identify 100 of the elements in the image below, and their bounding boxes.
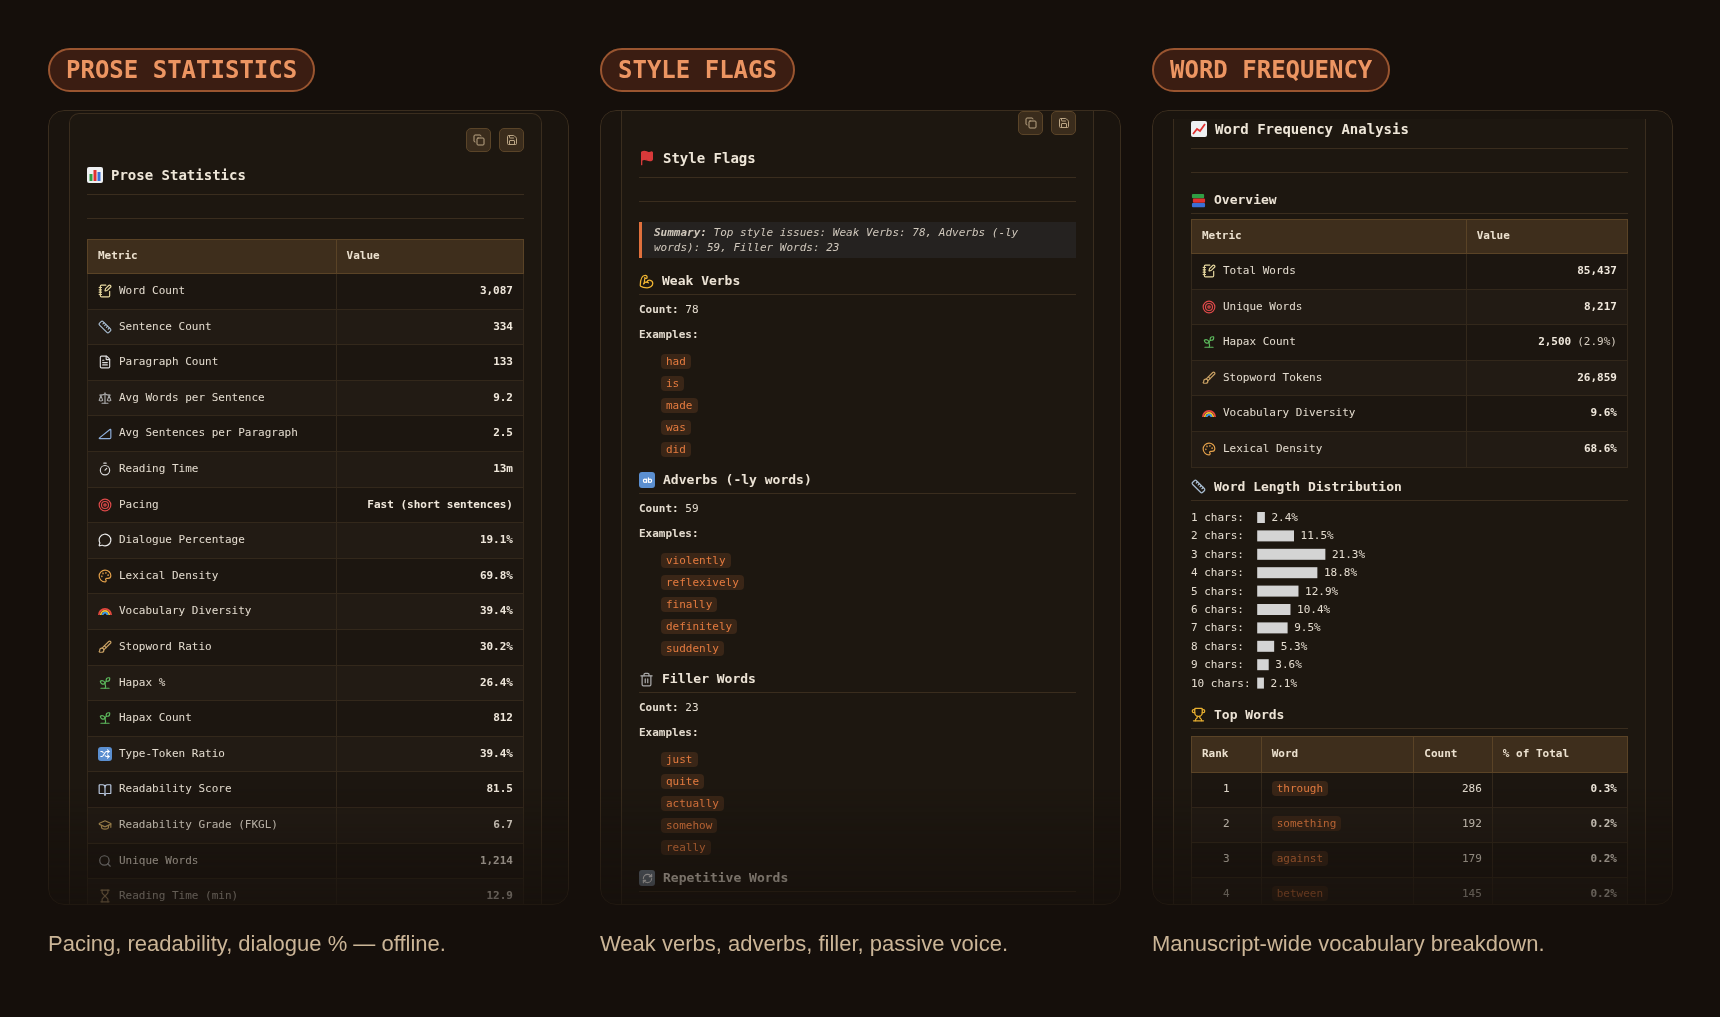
column-header: Metric (1202, 229, 1242, 243)
word-chip: quite (661, 774, 705, 789)
label-separator: : (1237, 584, 1244, 598)
category-label: 1 chars (1191, 510, 1238, 524)
save-icon (505, 134, 518, 146)
label-separator: : (1237, 639, 1244, 653)
copy-button[interactable] (1018, 111, 1043, 135)
value-label: 11.5% (1300, 528, 1334, 542)
label-separator: : (1237, 657, 1244, 671)
value-label: 5.3% (1280, 639, 1308, 653)
bar (1257, 566, 1318, 578)
word-chip: just (661, 752, 698, 767)
save-button[interactable] (499, 128, 524, 152)
metric-value: 26.4% (479, 675, 513, 689)
word-chip: had (661, 354, 691, 369)
column-header: Value (1476, 229, 1510, 243)
metric-value: 133 (493, 355, 513, 369)
rank-number: 2 (1223, 817, 1230, 831)
shuffle-icon (98, 747, 112, 761)
bar (1257, 621, 1288, 633)
word-chip: suddenly (661, 641, 724, 656)
metric-name: Avg Words per Sentence (119, 389, 265, 406)
category-label: 3 chars (1191, 547, 1238, 561)
share-value: 0.2% (1590, 817, 1617, 831)
metric-name: Hapax Count (1223, 334, 1296, 351)
metric-name: Lexical Density (1223, 441, 1323, 457)
section-pill: WORD FREQUENCY (1152, 48, 1391, 92)
metric-name: Vocabulary Diversity (119, 603, 252, 620)
metric-value: 3,087 (479, 284, 513, 298)
panel-caption: Pacing, readability, dialogue % — offline. (48, 931, 447, 957)
category-label: 8 chars (1191, 639, 1238, 653)
copy-button[interactable] (466, 128, 491, 152)
metric-name: Reading Time (min) (119, 888, 239, 904)
examples-label: Examples: (639, 328, 699, 341)
metric-value: 9.2 (493, 390, 513, 404)
section-pill: PROSE STATISTICS (48, 48, 316, 92)
word-chip: did (661, 442, 691, 457)
value-label: 21.3% (1332, 547, 1366, 561)
value-label: 3.6% (1275, 657, 1302, 671)
sprout-icon (98, 675, 112, 690)
metric-value: 26,859 (1577, 370, 1617, 384)
flag-icon (639, 150, 655, 166)
copy-icon (1024, 117, 1037, 129)
hourglass-icon (98, 889, 112, 904)
label-separator: : (1237, 547, 1244, 561)
document-icon (98, 355, 112, 370)
panel-title: Prose Statistics (111, 166, 246, 185)
bar (1257, 640, 1275, 652)
panel-caption: Manuscript-wide vocabulary breakdown. (1152, 931, 1546, 957)
category-label: 10 chars (1191, 676, 1244, 690)
bar (1257, 529, 1294, 541)
metric-value: 334 (493, 319, 513, 333)
column-header: Word (1271, 746, 1299, 760)
metric-value: 39.4% (479, 604, 513, 618)
bar (1257, 677, 1264, 689)
target-icon (1202, 299, 1216, 314)
bar-chart-icon (87, 167, 103, 183)
word-chip: reflexively (661, 575, 744, 590)
brush-icon (98, 640, 112, 655)
metric-name: Hapax Count (119, 710, 192, 727)
metric-note: (2.9%) (1577, 335, 1617, 349)
save-button[interactable] (1051, 111, 1076, 135)
count-value: 286 (1461, 782, 1482, 796)
category-label: 5 chars (1191, 584, 1238, 598)
graduation-cap-icon (98, 818, 112, 833)
target-icon (98, 497, 112, 512)
metric-name: Avg Sentences per Paragraph (119, 425, 298, 442)
bar (1257, 511, 1265, 523)
count-value: 145 (1461, 887, 1482, 901)
trash-icon (639, 671, 654, 687)
palette-icon (1202, 442, 1216, 457)
count-text: Count: 59 (639, 501, 700, 517)
value-label: 9.5% (1294, 620, 1321, 634)
metric-value: Fast (short sentences) (367, 497, 513, 511)
word-chip: really (661, 840, 711, 855)
rainbow-icon (98, 608, 112, 616)
bar (1257, 603, 1291, 615)
word-chip: finally (661, 597, 718, 612)
column-header: Value (346, 249, 380, 263)
word-chip: something (1271, 816, 1342, 832)
word-chip: was (661, 420, 691, 435)
ruler-icon (98, 319, 112, 334)
label-separator: : (1237, 602, 1244, 616)
save-icon (1057, 117, 1070, 129)
metric-value: 12.9 (486, 889, 513, 903)
copy-icon (472, 134, 485, 146)
metric-name: Type-Token Ratio (119, 745, 225, 762)
ruler-icon (1191, 479, 1206, 495)
share-value: 0.2% (1590, 887, 1617, 901)
metric-name: Paragraph Count (119, 354, 219, 371)
metric-value: 2.5 (493, 426, 513, 440)
category-label: 2 chars (1191, 528, 1238, 542)
category-label: 9 chars (1191, 657, 1238, 671)
metric-name: Stopword Ratio (119, 639, 212, 655)
count-value: 192 (1461, 817, 1482, 831)
metric-name: Total Words (1223, 263, 1296, 280)
metric-name: Readability Score (119, 781, 232, 798)
notebook-pen-icon (1202, 264, 1216, 279)
search-icon (98, 853, 112, 868)
balance-scale-icon (98, 391, 112, 406)
